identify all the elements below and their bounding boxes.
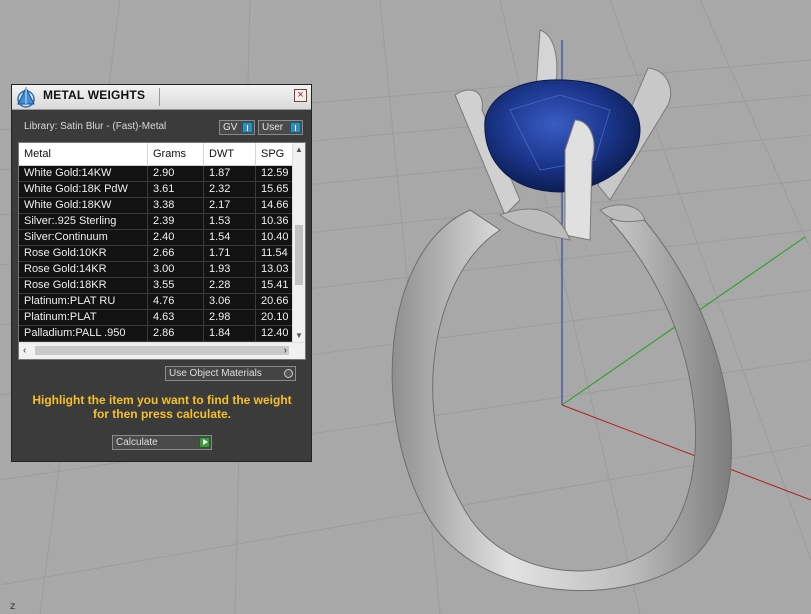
- cell-spg: 10.40: [261, 231, 289, 243]
- cell-spg: 12.40: [261, 327, 289, 339]
- title-divider: [159, 88, 160, 106]
- table-header: Metal Grams DWT SPG: [19, 143, 294, 166]
- cell-spg: 15.41: [261, 279, 289, 291]
- gv-toggle-label: GV: [223, 122, 238, 133]
- cell-metal: Platinum:PLAT RU: [19, 294, 148, 309]
- cell-metal: White Gold:18K PdW: [19, 182, 148, 197]
- cell-spg: 20.66: [261, 295, 289, 307]
- user-toggle[interactable]: User: [258, 120, 303, 135]
- cell-metal: White Gold:14KW: [19, 166, 148, 181]
- vertical-scroll-thumb[interactable]: [295, 225, 303, 285]
- cell-metal: Rose Gold:10KR: [19, 246, 148, 261]
- cell-spg: 10.36: [261, 215, 289, 227]
- cell-grams: 4.76: [148, 294, 204, 309]
- cell-spg: 20.10: [261, 311, 289, 323]
- column-header-spg[interactable]: SPG: [256, 143, 294, 165]
- cell-metal: Silver:.925 Sterling: [19, 214, 148, 229]
- cell-grams: 2.86: [148, 326, 204, 341]
- radio-icon[interactable]: [284, 369, 293, 378]
- scroll-left-icon[interactable]: ‹: [23, 345, 26, 356]
- table-row[interactable]: Platinum:PLAT RU 4.76 3.06 20.66: [19, 294, 294, 310]
- cell-dwt: 1.71: [204, 246, 256, 261]
- cell-dwt: 1.53: [204, 214, 256, 229]
- horizontal-scroll-thumb[interactable]: [35, 346, 289, 355]
- cell-grams: 2.90: [148, 166, 204, 181]
- instructions-line-1: Highlight the item you want to find the …: [32, 393, 292, 407]
- cell-dwt: 2.17: [204, 198, 256, 213]
- metal-table[interactable]: Metal Grams DWT SPG White Gold:14KW 2.90 1…: [18, 142, 306, 360]
- table-row[interactable]: Palladium:PALL .950 2.86 1.84 12.40: [19, 326, 294, 342]
- table-row[interactable]: Rose Gold:10KR 2.66 1.71 11.54: [19, 246, 294, 262]
- cell-dwt: 3.06: [204, 294, 256, 309]
- cell-spg: 14.66: [261, 199, 289, 211]
- table-row[interactable]: Silver:Continuum 2.40 1.54 10.40: [19, 230, 294, 246]
- play-arrow-icon: [199, 437, 210, 448]
- column-header-dwt[interactable]: DWT: [204, 143, 256, 165]
- cell-grams: 2.39: [148, 214, 204, 229]
- panel-title: METAL WEIGHTS: [43, 88, 146, 102]
- user-toggle-label: User: [262, 122, 284, 133]
- cell-metal: Silver:Continuum: [19, 230, 148, 245]
- cell-metal: Palladium:PALL .950: [19, 326, 148, 341]
- cell-metal: Platinum:PLAT: [19, 310, 148, 325]
- pyramid-logo-icon: [17, 86, 35, 108]
- library-label: Library: Satin Blur - (Fast)-Metal: [24, 121, 167, 132]
- cell-spg: 15.65: [261, 183, 289, 195]
- cell-metal: White Gold:18KW: [19, 198, 148, 213]
- cell-grams: 3.38: [148, 198, 204, 213]
- scroll-up-icon[interactable]: ▲: [295, 145, 303, 154]
- metal-weights-panel: METAL WEIGHTS × Library: Satin Blur - (F…: [11, 84, 312, 462]
- gv-toggle[interactable]: GV: [219, 120, 255, 135]
- cell-metal: Rose Gold:18KR: [19, 278, 148, 293]
- calculate-label: Calculate: [116, 437, 158, 448]
- cell-spg: 12.59: [261, 167, 289, 179]
- cell-grams: 3.55: [148, 278, 204, 293]
- use-object-materials-option[interactable]: Use Object Materials: [165, 366, 296, 381]
- table-row[interactable]: White Gold:14KW 2.90 1.87 12.59: [19, 166, 294, 182]
- table-row[interactable]: White Gold:18K PdW 3.61 2.32 15.65: [19, 182, 294, 198]
- vertical-scrollbar[interactable]: ▲ ▼: [292, 143, 305, 343]
- cell-dwt: 1.84: [204, 326, 256, 341]
- scroll-down-icon[interactable]: ▼: [295, 331, 303, 340]
- cell-grams: 3.00: [148, 262, 204, 277]
- table-row[interactable]: Silver:.925 Sterling 2.39 1.53 10.36: [19, 214, 294, 230]
- horizontal-scrollbar[interactable]: ‹ ›: [19, 342, 305, 359]
- column-header-metal[interactable]: Metal: [19, 143, 148, 165]
- panel-titlebar[interactable]: METAL WEIGHTS ×: [12, 85, 311, 110]
- cell-grams: 2.66: [148, 246, 204, 261]
- table-row[interactable]: Rose Gold:18KR 3.55 2.28 15.41: [19, 278, 294, 294]
- use-object-materials-label: Use Object Materials: [169, 368, 262, 379]
- cell-dwt: 1.87: [204, 166, 256, 181]
- cell-grams: 4.63: [148, 310, 204, 325]
- z-axis-label: z: [10, 601, 16, 612]
- cell-metal: Rose Gold:14KR: [19, 262, 148, 277]
- cell-spg: 11.54: [261, 247, 288, 259]
- cell-dwt: 1.93: [204, 262, 256, 277]
- user-toggle-switch-icon: [290, 122, 301, 133]
- calculate-button[interactable]: Calculate: [112, 435, 212, 450]
- cell-dwt: 2.28: [204, 278, 256, 293]
- instructions-text: Highlight the item you want to find the …: [22, 393, 302, 421]
- cell-dwt: 2.32: [204, 182, 256, 197]
- cell-grams: 3.61: [148, 182, 204, 197]
- gv-toggle-switch-icon: [242, 122, 253, 133]
- cell-dwt: 2.98: [204, 310, 256, 325]
- close-button[interactable]: ×: [294, 89, 307, 102]
- table-row[interactable]: White Gold:18KW 3.38 2.17 14.66: [19, 198, 294, 214]
- scroll-right-icon[interactable]: ›: [284, 345, 287, 356]
- table-row[interactable]: Rose Gold:14KR 3.00 1.93 13.03: [19, 262, 294, 278]
- cell-dwt: 1.54: [204, 230, 256, 245]
- cell-spg: 13.03: [261, 263, 289, 275]
- x-axis: [561, 404, 811, 501]
- table-row[interactable]: Platinum:PLAT 4.63 2.98 20.10: [19, 310, 294, 326]
- cell-grams: 2.40: [148, 230, 204, 245]
- column-header-grams[interactable]: Grams: [148, 143, 204, 165]
- instructions-line-2: for then press calculate.: [92, 407, 232, 421]
